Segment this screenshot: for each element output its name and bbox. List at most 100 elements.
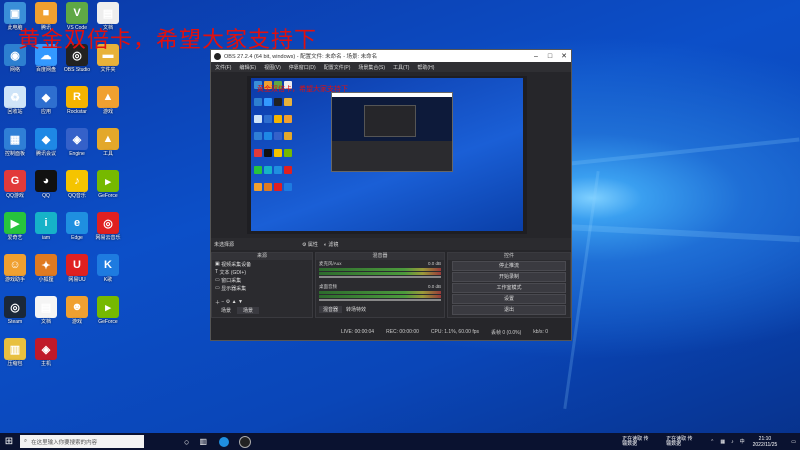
preview-icon (274, 183, 282, 191)
app-icon: U (66, 254, 88, 276)
settings-button[interactable]: 设置 (452, 294, 566, 304)
stop-stream-button[interactable]: 停止推流 (452, 261, 566, 271)
menu-view[interactable]: 视图(V) (260, 64, 285, 71)
filters-button[interactable]: ◐ 滤镜 (324, 241, 338, 248)
preview-icon (274, 149, 282, 157)
volume-icon[interactable]: ♪ (731, 439, 734, 445)
volume-slider[interactable] (319, 299, 441, 301)
wallpaper-beam (560, 223, 800, 243)
source-item[interactable]: ▣ 视频采集设备 (212, 260, 312, 268)
tray-status[interactable]: 正在读取 传输数据 (622, 436, 652, 447)
obs-window[interactable]: OBS 27.2.4 (64 bit, windows) - 配置文件: 未命名… (210, 49, 572, 341)
app-icon: ◈ (35, 338, 57, 360)
menu-scene-collection[interactable]: 场景集合(S) (354, 64, 389, 71)
mixer-header: 混音器 (316, 253, 444, 260)
source-item[interactable]: ▭ 显示器采集 (212, 284, 312, 292)
app-icon: ◕ (35, 170, 57, 192)
app-icon: ▲ (97, 86, 119, 108)
dropped-frames: 丢帧 0 (0.0%) (491, 329, 522, 336)
menu-edit[interactable]: 编辑(E) (235, 64, 260, 71)
source-item[interactable]: ▭ 窗口采集 (212, 276, 312, 284)
app-icon: ▣ (4, 2, 26, 24)
app-icon: ◎ (97, 212, 119, 234)
preview-icon (274, 115, 282, 123)
preview-icon (254, 149, 262, 157)
preview-icon (264, 115, 272, 123)
app-icon: ■ (35, 2, 57, 24)
track-name: 麦克风/Aux (319, 261, 342, 266)
preview-icon (284, 115, 292, 123)
taskbar-search[interactable]: ⌕ 在这里输入你要搜索的内容 (20, 435, 144, 448)
desktop-icon[interactable]: ◈ 主机 (25, 338, 67, 367)
preview-icon (264, 183, 272, 191)
live-status: LIVE: 00:00:04 (341, 329, 375, 335)
menu-tools[interactable]: 工具(T) (389, 64, 413, 71)
app-icon: e (66, 212, 88, 234)
controls-panel: 控件 停止推流 开始录制 工作室模式 设置 退出 (447, 252, 571, 318)
desktop-icon[interactable]: K K歌 (87, 254, 129, 283)
menu-help[interactable]: 帮助(H) (413, 64, 438, 71)
desktop-icon[interactable]: ◎ 网易云音乐 (87, 212, 129, 241)
desktop-icon[interactable]: ▸ GeForce (87, 296, 129, 325)
add-icon[interactable]: ＋ (215, 299, 220, 306)
preview-area[interactable]: 黄金双倍卡，希望大家支持下 (247, 76, 527, 234)
desktop-icon[interactable]: ▸ GeForce (87, 170, 129, 199)
cortana-icon[interactable]: ○ (184, 437, 189, 447)
volume-meter (319, 272, 441, 275)
tab-sources[interactable]: 场景 (237, 306, 260, 314)
obs-titlebar[interactable]: OBS 27.2.4 (64 bit, windows) - 配置文件: 未命名… (211, 50, 571, 62)
chevron-up-icon[interactable]: ⌃ (710, 439, 714, 445)
tray-status[interactable]: 正在读取 传输数据 (666, 436, 696, 447)
tab-scenes[interactable]: 场景 (215, 307, 237, 314)
app-icon: ▦ (4, 128, 26, 150)
menu-file[interactable]: 文件(F) (211, 64, 235, 71)
preview-icon (274, 132, 282, 140)
start-button[interactable]: ⊞ (0, 436, 18, 447)
app-icon: ▲ (97, 128, 119, 150)
tab-mixer[interactable]: 混音器 (319, 305, 343, 313)
system-tray: 正在读取 传输数据 正在读取 传输数据 ⌃ ▦ ♪ 中 21:10 2022/1… (622, 433, 800, 450)
clock[interactable]: 21:10 2022/11/25 (753, 436, 778, 448)
minimize-button[interactable]: – (529, 53, 543, 60)
edge-taskbar-icon[interactable] (219, 436, 229, 447)
source-toolbar-buttons: ＋ − ⚙ ▲ ▼ (212, 298, 312, 306)
studio-mode-button[interactable]: 工作室模式 (452, 283, 566, 293)
obs-taskbar-icon[interactable] (239, 435, 251, 448)
menu-docks[interactable]: 停靠窗口(D) (285, 64, 320, 71)
up-icon[interactable]: ▲ (232, 299, 237, 305)
exit-button[interactable]: 退出 (452, 305, 566, 315)
app-icon: ▤ (35, 296, 57, 318)
close-button[interactable]: ✕ (557, 52, 571, 60)
search-placeholder: 在这里输入你要搜索的内容 (31, 439, 98, 446)
properties-button[interactable]: ⚙ 属性 (302, 241, 318, 248)
preview-icon (264, 149, 272, 157)
rec-status: REC: 00:00:00 (386, 329, 419, 335)
maximize-button[interactable]: □ (543, 53, 557, 60)
obs-title: OBS 27.2.4 (64 bit, windows) - 配置文件: 未命名… (224, 54, 378, 60)
remove-icon[interactable]: − (221, 299, 224, 305)
desktop-icon[interactable]: ▲ 游戏 (87, 86, 129, 115)
preview-nested-capture (331, 92, 453, 172)
menu-profile[interactable]: 配置文件(P) (320, 64, 355, 71)
ime-icon[interactable]: 中 (740, 438, 745, 445)
track-level: 0.0 dB (427, 261, 441, 266)
desktop-icon[interactable]: ▲ 工具 (87, 128, 129, 157)
task-view-icon[interactable]: ▥ (199, 437, 207, 446)
mixer-tabs: 混音器 转场特效 (316, 305, 444, 313)
app-icon: ♻ (4, 86, 26, 108)
desktop-icon-label: 游戏 (102, 109, 113, 115)
source-item[interactable]: T 文本 (GDI+) (212, 268, 312, 276)
cpu-status: CPU: 1.1%, 60.00 fps (430, 329, 479, 335)
app-icon: ▶ (4, 212, 26, 234)
start-recording-button[interactable]: 开始录制 (452, 272, 566, 282)
app-icon: ◆ (35, 86, 57, 108)
window-icon: ▭ (215, 277, 220, 283)
desktop-icon-label: 网易云音乐 (95, 235, 121, 241)
down-icon[interactable]: ▼ (238, 299, 243, 305)
tab-transitions[interactable]: 转场特效 (342, 306, 370, 313)
network-icon[interactable]: ▦ (720, 439, 725, 445)
volume-meter (319, 291, 441, 294)
gear-icon[interactable]: ⚙ (226, 299, 230, 305)
volume-slider[interactable] (319, 276, 441, 278)
notification-icon[interactable]: ▭ (791, 439, 796, 445)
